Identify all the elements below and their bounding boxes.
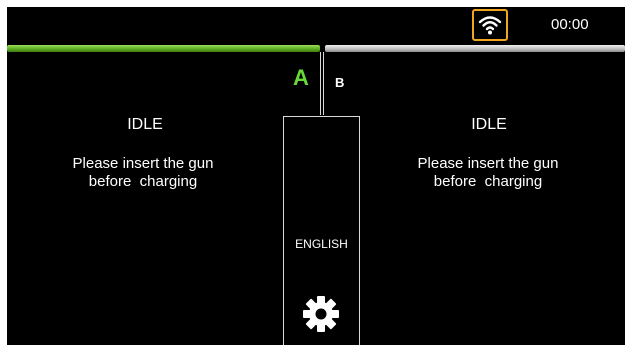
connector-b-status: IDLE	[471, 116, 507, 133]
connector-a-label[interactable]: A	[293, 65, 309, 91]
divider-line	[323, 52, 324, 115]
connector-b-label[interactable]: B	[335, 75, 344, 90]
connector-b-message-line2: before charging	[433, 173, 543, 190]
gear-icon	[303, 296, 339, 332]
settings-button[interactable]	[302, 295, 340, 338]
connector-a-message-line2: before charging	[88, 173, 198, 190]
charger-screen: 00:00 A B ENGLISH IDLE Please insert the…	[7, 7, 625, 345]
divider-line	[320, 52, 321, 115]
clock-time: 00:00	[551, 16, 589, 33]
connector-b-message: Please insert the gun before charging	[368, 155, 608, 191]
connector-a-status-bar	[7, 45, 320, 52]
connector-a-status: IDLE	[127, 116, 163, 133]
connector-b-status-bar	[325, 45, 625, 52]
wifi-icon	[478, 16, 502, 35]
connector-b-message-line1: Please insert the gun	[417, 155, 559, 172]
language-button[interactable]: ENGLISH	[283, 237, 360, 251]
wifi-button[interactable]	[472, 9, 508, 41]
connector-a-message: Please insert the gun before charging	[23, 155, 263, 191]
connector-a-message-line1: Please insert the gun	[72, 155, 214, 172]
